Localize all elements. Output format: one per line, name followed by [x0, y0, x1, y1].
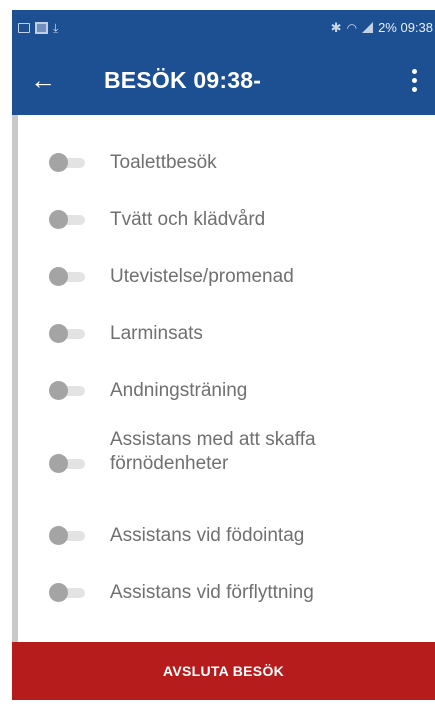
toggle-switch[interactable] [45, 525, 89, 547]
download-icon: ⤓ [53, 20, 59, 35]
status-bar: ⤓ ✱ ◠ 2% 09:38 [12, 10, 435, 45]
toggle-switch[interactable] [45, 209, 89, 231]
list-item-label: Toalettbesök [110, 152, 217, 173]
bluetooth-icon: ✱ [330, 19, 342, 35]
toggle-switch[interactable] [45, 582, 89, 604]
toggle-switch[interactable] [45, 266, 89, 288]
status-bar-right: ✱ ◠ 2% 09:38 [331, 20, 433, 36]
list-item-label: Assistans vid födointag [110, 525, 305, 546]
page-title: BESÖK 09:38- [104, 66, 262, 93]
list-item-label: Larminsats [110, 323, 203, 344]
list-item: Andningsträning [18, 367, 435, 415]
activity-list[interactable]: Toalettbesök Tvätt och klädvård Uteviste… [12, 115, 435, 642]
app-bar: ← BESÖK 09:38- [12, 45, 435, 115]
signal-icon [362, 22, 374, 33]
list-item: Toalettbesök [18, 139, 435, 187]
list-item: Assistans med att skaffa förnödenheter [18, 424, 435, 504]
toggle-switch[interactable] [45, 453, 89, 475]
toggle-switch[interactable] [45, 323, 89, 345]
list-item: Assistans vid födointag [18, 512, 435, 560]
finish-visit-button[interactable]: AVSLUTA BESÖK [12, 642, 435, 700]
message-icon [18, 22, 30, 33]
list-item: Tvätt och klädvård [18, 196, 435, 244]
toggle-switch[interactable] [45, 380, 89, 402]
list-item-label: Tvätt och klädvård [110, 209, 266, 230]
list-item: Larminsats [18, 310, 435, 358]
app-notification-icon [35, 21, 48, 34]
overflow-menu-icon[interactable] [399, 55, 429, 105]
list-item-label: Utevistelse/promenad [110, 266, 294, 287]
list-item: Assistans vid förflyttning [18, 569, 435, 617]
status-bar-left: ⤓ [18, 20, 59, 35]
battery-time-text: 2% 09:38 [378, 20, 433, 35]
toggle-switch[interactable] [45, 152, 89, 174]
wifi-icon: ◠ [346, 20, 358, 35]
phone-screen: ⤓ ✱ ◠ 2% 09:38 ← BESÖK 09:38- Toalettbes… [12, 10, 435, 700]
list-item: Utevistelse/promenad [18, 253, 435, 301]
list-item-label: Assistans vid förflyttning [110, 582, 314, 603]
list-item-label: Andningsträning [110, 380, 248, 401]
back-arrow-icon[interactable]: ← [18, 55, 68, 105]
list-item-label: Assistans med att skaffa förnödenheter [110, 429, 316, 474]
